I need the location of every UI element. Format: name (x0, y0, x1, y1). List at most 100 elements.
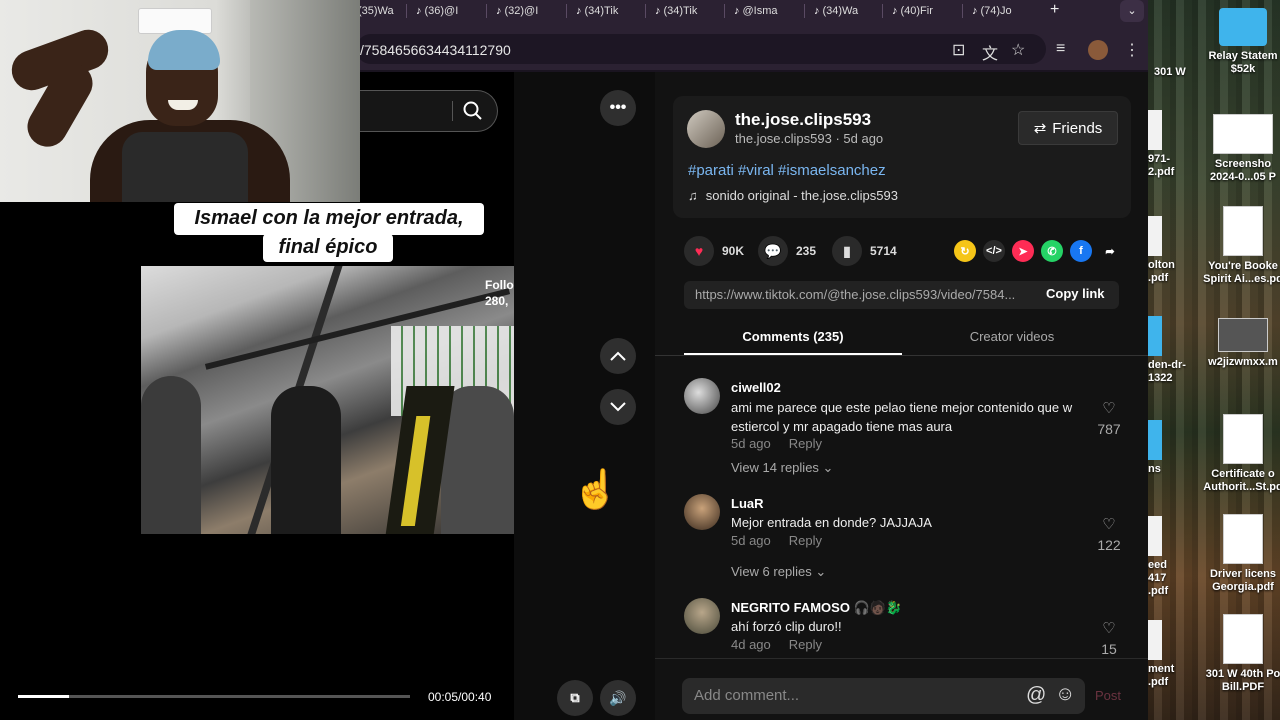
share-link-url[interactable]: https://www.tiktok.com/@the.jose.clips59… (695, 287, 1030, 302)
desktop-file[interactable]: You're Booke Spirit Ai...es.pd (1200, 206, 1280, 286)
copy-link-button[interactable]: Copy link (1046, 286, 1105, 301)
comment-button[interactable]: 💬 235 (758, 236, 816, 266)
comment-bubble-icon: 💬 (758, 236, 788, 266)
mention-icon[interactable]: @ (1026, 684, 1046, 707)
author-username[interactable]: the.jose.clips593 (735, 110, 871, 130)
reading-list-icon[interactable]: ≡ (1056, 40, 1065, 58)
friends-button[interactable]: ⇄ Friends (1018, 111, 1118, 145)
comment-like-heart-icon[interactable]: ♡ (1094, 515, 1124, 533)
bookmark-star-icon[interactable]: ☆ (1011, 40, 1025, 60)
desktop-file[interactable]: Driver licens Georgia.pdf (1200, 514, 1280, 594)
post-comment-button[interactable]: Post (1095, 688, 1121, 703)
view-replies-button[interactable]: View 14 replies ⌄ (731, 460, 833, 476)
post-sound[interactable]: ♫ sonido original - the.jose.clips593 (688, 188, 898, 203)
comment-avatar[interactable] (684, 494, 720, 530)
post-hashtags[interactable]: #parati #viral #ismaelsanchez (688, 162, 886, 179)
volume-button[interactable]: 🔊 (600, 680, 636, 716)
desktop-file-partial[interactable]: 971- 2.pdf (1148, 110, 1188, 179)
desktop-file-partial[interactable]: ns (1148, 420, 1188, 476)
browser-tab[interactable]: ♪ (34)Tik (655, 0, 697, 22)
repost-icon[interactable]: ↻ (954, 240, 976, 262)
tab-search-chevron-icon[interactable]: ⌄ (1120, 0, 1144, 22)
desktop-file-partial[interactable]: 301 W (1148, 66, 1188, 79)
browser-tab[interactable]: ♪ (32)@I (496, 0, 538, 22)
comment-username[interactable]: NEGRITO FAMOSO 🎧🧑🏿🐉 (731, 600, 902, 616)
search-icon[interactable] (463, 101, 483, 121)
browser-tab[interactable]: (35)Wa (358, 0, 394, 22)
tab-separator (724, 4, 725, 18)
reply-button[interactable]: Reply (789, 533, 822, 548)
comment-username[interactable]: ciwell02 (731, 380, 781, 395)
comment-meta: 4d ago Reply (731, 637, 823, 652)
screenshot-icon (1213, 114, 1273, 154)
reply-button[interactable]: Reply (789, 637, 822, 652)
comment-like-heart-icon[interactable]: ♡ (1094, 619, 1124, 637)
heart-icon: ♥ (684, 236, 714, 266)
ellipsis-icon: ••• (609, 99, 627, 116)
desktop-file-partial[interactable]: ment .pdf (1148, 620, 1188, 689)
webcam-overlay (0, 0, 360, 202)
comment-like-heart-icon[interactable]: ♡ (1094, 399, 1124, 417)
desktop-file[interactable]: Screensho 2024-0...05 P (1200, 114, 1280, 184)
tabs-divider (655, 355, 1148, 356)
facebook-icon[interactable]: f (1070, 240, 1092, 262)
next-video-button[interactable] (600, 389, 636, 425)
floating-player-button[interactable]: ⧉ (557, 680, 593, 716)
speaker-icon: 🔊 (609, 689, 627, 706)
whatsapp-icon[interactable]: ✆ (1041, 240, 1063, 262)
desktop-file-partial[interactable]: eed 417 .pdf (1148, 516, 1188, 598)
tab-comments[interactable]: Comments (235) (684, 329, 902, 344)
emoji-icon[interactable]: ☺ (1055, 683, 1075, 706)
share-arrow-icon[interactable]: ➦ (1099, 240, 1121, 262)
tiktok-icon: ♪ (814, 5, 820, 17)
author-avatar[interactable] (687, 110, 725, 148)
folder-icon (1148, 316, 1162, 356)
browser-tab[interactable]: ♪ (36)@I (416, 0, 458, 22)
comment-placeholder[interactable]: Add comment... (694, 687, 799, 704)
tiktok-icon: ♪ (496, 5, 502, 17)
tiktok-icon: ♪ (972, 5, 978, 17)
bookmark-icon: ▮ (832, 236, 862, 266)
pdf-icon (1223, 414, 1263, 464)
desktop-file-partial[interactable]: den-dr- 1322 (1148, 316, 1188, 385)
translate-icon[interactable]: 文 (982, 40, 998, 64)
comment-meta: 5d ago Reply (731, 533, 823, 548)
more-menu-icon[interactable]: ⋮ (1124, 40, 1140, 60)
browser-tab-active[interactable]: ♪ @Isma (734, 0, 778, 22)
follow-overlay: Follo 280, (485, 278, 514, 308)
desktop-file-partial[interactable]: olton .pdf (1148, 216, 1188, 285)
desktop-file[interactable]: w2jizwmxx.m (1200, 318, 1280, 369)
browser-tab[interactable]: ♪ (34)Tik (576, 0, 618, 22)
send-to-friends-icon[interactable]: ➤ (1012, 240, 1034, 262)
profile-avatar[interactable] (1088, 40, 1108, 60)
previous-video-button[interactable] (600, 338, 636, 374)
install-app-icon[interactable]: ⊡ (952, 40, 965, 60)
reply-button[interactable]: Reply (789, 436, 822, 451)
file-icon (1148, 110, 1162, 150)
comment-text: ami me parece que este pelao tiene mejor… (731, 400, 1073, 434)
comment-username[interactable]: LuaR (731, 496, 764, 511)
comment-avatar[interactable] (684, 598, 720, 634)
music-note-icon: ♫ (688, 188, 698, 203)
desktop-folder[interactable]: Relay Statem $52k (1200, 8, 1280, 76)
tab-separator (962, 4, 963, 18)
desktop-file[interactable]: Certificate o Authorit...St.pd (1200, 414, 1280, 494)
like-button[interactable]: ♥ 90K (684, 236, 744, 266)
url-text[interactable]: /7584656634434112790 (360, 42, 511, 58)
tiktok-icon: ♪ (655, 5, 661, 17)
desktop-file[interactable]: 301 W 40th Po Bill.PDF (1200, 614, 1280, 694)
comment-avatar[interactable] (684, 378, 720, 414)
desktop-background: Relay Statem $52k Screensho 2024-0...05 … (1148, 0, 1280, 720)
embed-icon[interactable]: </> (983, 240, 1005, 262)
browser-tab[interactable]: ♪ (40)Fir (892, 0, 933, 22)
tiktok-icon: ♪ (576, 5, 582, 17)
save-button[interactable]: ▮ 5714 (832, 236, 897, 266)
more-options-button[interactable]: ••• (600, 90, 636, 126)
new-tab-button[interactable]: + (1050, 1, 1059, 19)
tab-separator (804, 4, 805, 18)
video-progress-bar[interactable] (18, 695, 410, 698)
browser-tab[interactable]: ♪ (74)Jo (972, 0, 1012, 22)
view-replies-button[interactable]: View 6 replies ⌄ (731, 564, 826, 580)
browser-tab[interactable]: ♪ (34)Wa (814, 0, 858, 22)
tab-creator-videos[interactable]: Creator videos (904, 329, 1120, 344)
